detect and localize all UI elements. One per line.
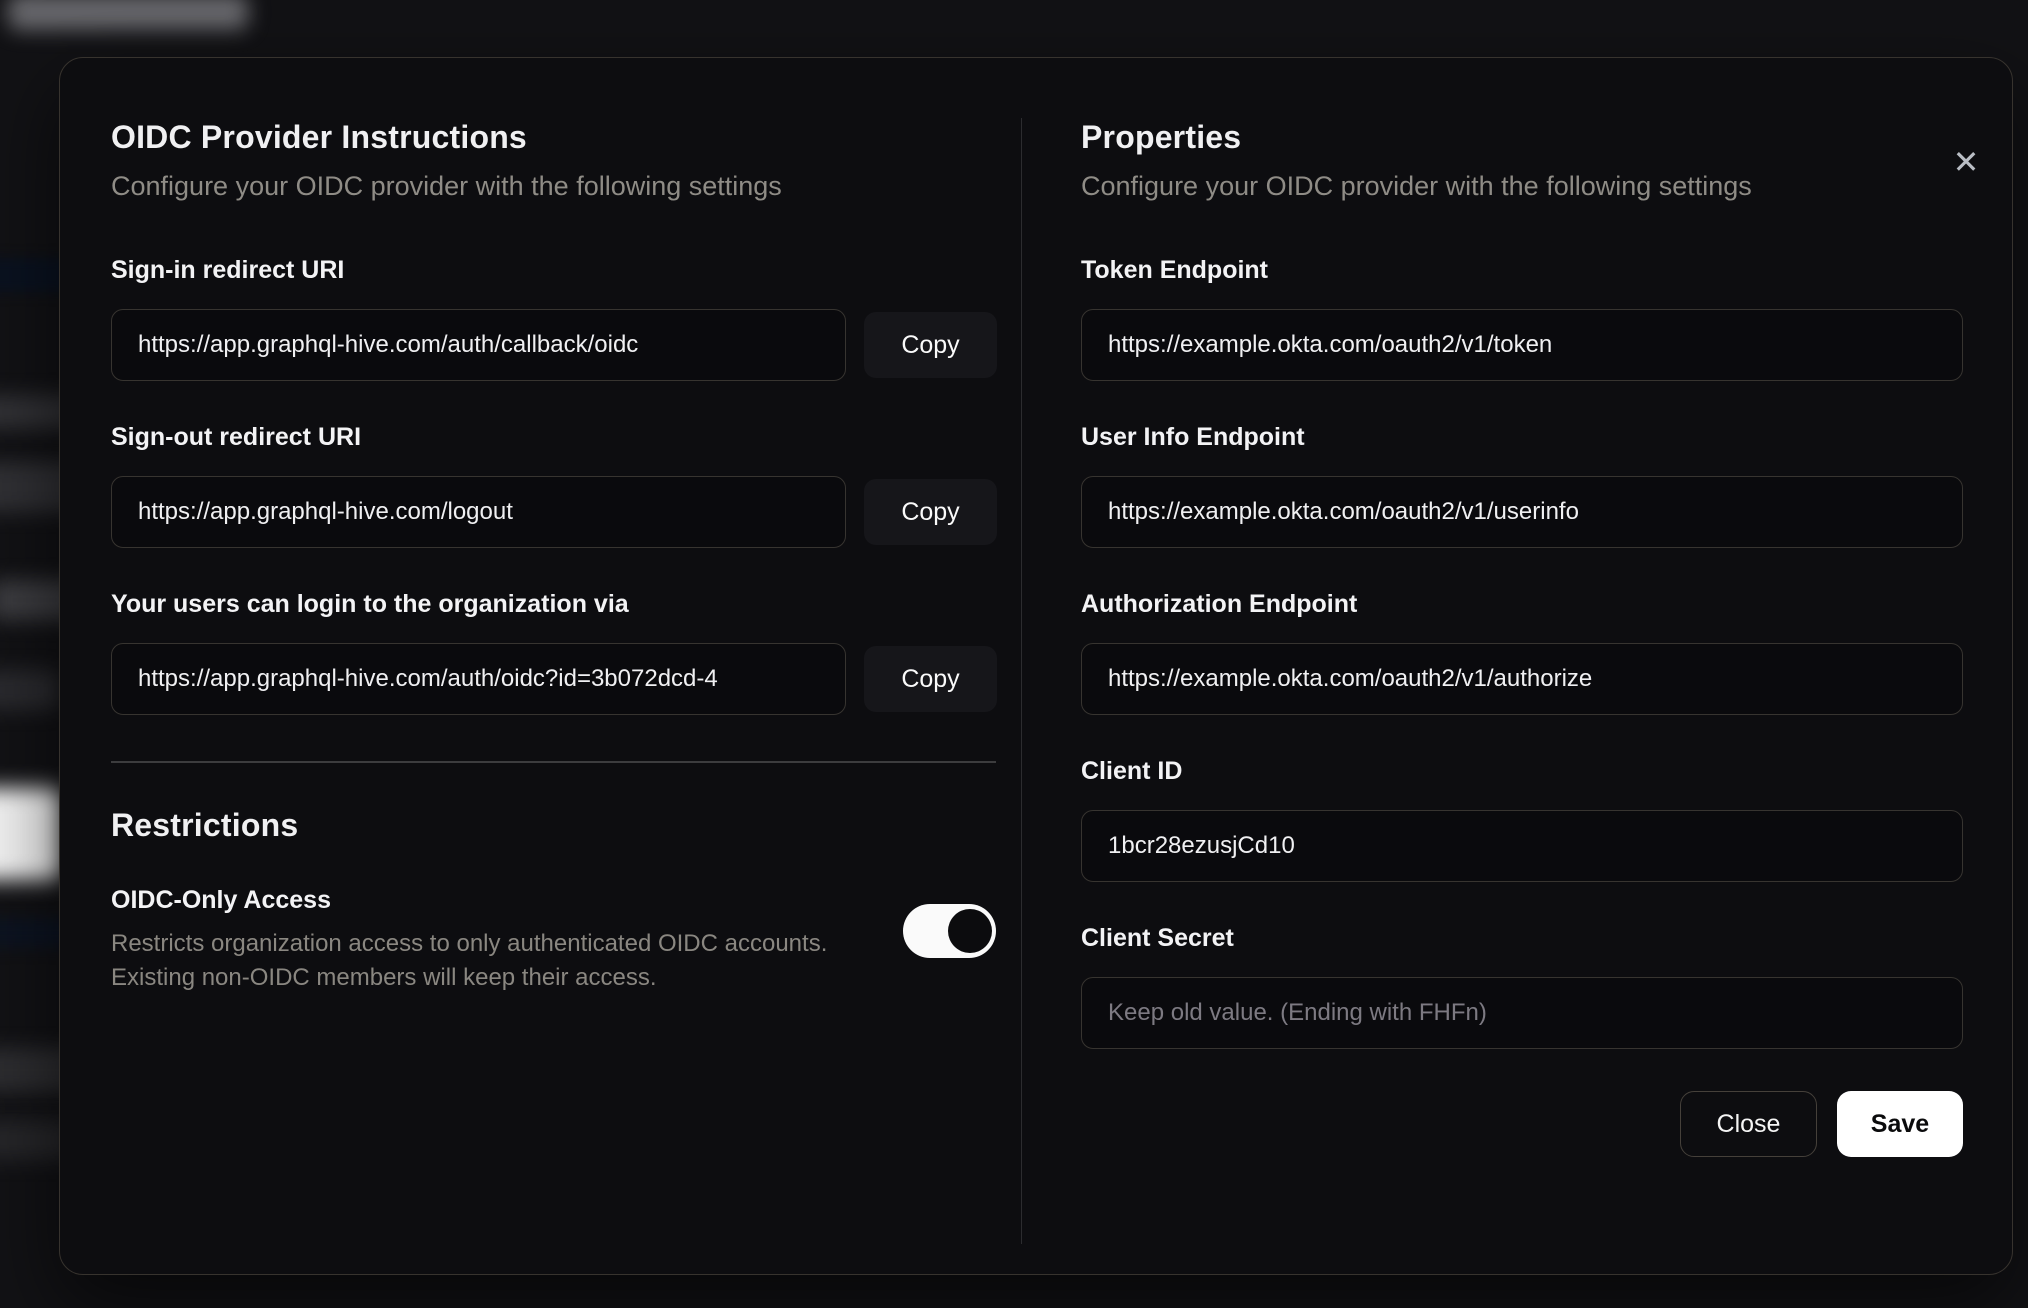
column-divider (1021, 118, 1022, 1244)
user-info-endpoint-input[interactable] (1081, 476, 1963, 548)
oidc-only-access-description: Restricts organization access to only au… (111, 927, 861, 995)
blurred-logo (8, 0, 248, 30)
restrictions-title: Restrictions (111, 807, 299, 843)
description-line-1: Restricts organization access to only au… (111, 930, 828, 957)
sign-out-redirect-uri-row: Copy (111, 476, 997, 548)
oidc-settings-dialog: ✕ OIDC Provider Instructions Configure y… (59, 57, 2013, 1275)
copy-sign-out-uri-button[interactable]: Copy (864, 479, 997, 545)
organization-login-url-input[interactable] (111, 643, 846, 715)
sign-out-redirect-uri-label: Sign-out redirect URI (111, 423, 362, 451)
close-button[interactable]: Close (1680, 1091, 1817, 1157)
token-endpoint-row (1081, 309, 1963, 381)
properties-subtitle: Configure your OIDC provider with the fo… (1081, 171, 1752, 201)
sign-out-redirect-uri-input[interactable] (111, 476, 846, 548)
save-button[interactable]: Save (1837, 1091, 1963, 1157)
background-blur-fragment (0, 670, 60, 710)
authorization-endpoint-input[interactable] (1081, 643, 1963, 715)
sign-in-redirect-uri-row: Copy (111, 309, 997, 381)
client-id-label: Client ID (1081, 757, 1183, 785)
client-secret-label: Client Secret (1081, 924, 1234, 952)
instructions-subtitle: Configure your OIDC provider with the fo… (111, 171, 782, 201)
instructions-title: OIDC Provider Instructions (111, 119, 527, 155)
instructions-column: OIDC Provider Instructions Configure you… (111, 119, 997, 995)
copy-sign-in-uri-button[interactable]: Copy (864, 312, 997, 378)
sign-in-redirect-uri-input[interactable] (111, 309, 846, 381)
client-secret-input[interactable] (1081, 977, 1963, 1049)
background-blur-white-button (0, 788, 62, 880)
authorization-endpoint-row (1081, 643, 1963, 715)
token-endpoint-label: Token Endpoint (1081, 256, 1269, 284)
organization-login-url-row: Copy (111, 643, 997, 715)
properties-column: Properties Configure your OIDC provider … (1081, 119, 1963, 1157)
toggle-thumb (948, 909, 992, 953)
oidc-only-access-texts: OIDC-Only Access Restricts organization … (111, 886, 861, 995)
oidc-only-access-label: OIDC-Only Access (111, 886, 331, 914)
client-id-input[interactable] (1081, 810, 1963, 882)
properties-title: Properties (1081, 119, 1242, 155)
description-line-2: Existing non-OIDC members will keep thei… (111, 964, 657, 991)
copy-login-url-button[interactable]: Copy (864, 646, 997, 712)
client-id-row (1081, 810, 1963, 882)
authorization-endpoint-label: Authorization Endpoint (1081, 590, 1358, 618)
organization-login-url-label: Your users can login to the organization… (111, 590, 629, 618)
sign-in-redirect-uri-label: Sign-in redirect URI (111, 256, 345, 284)
client-secret-row (1081, 977, 1963, 1049)
oidc-only-access-toggle[interactable] (903, 904, 996, 958)
dialog-actions: Close Save (1081, 1091, 1963, 1157)
oidc-only-access-row: OIDC-Only Access Restricts organization … (111, 886, 996, 995)
section-divider (111, 761, 996, 763)
token-endpoint-input[interactable] (1081, 309, 1963, 381)
user-info-endpoint-row (1081, 476, 1963, 548)
user-info-endpoint-label: User Info Endpoint (1081, 423, 1305, 451)
